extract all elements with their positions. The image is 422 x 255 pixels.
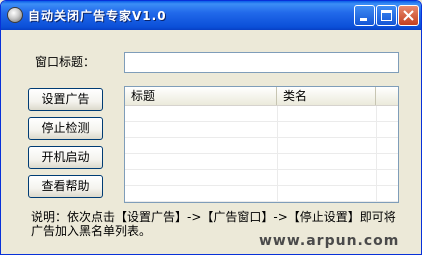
empty-row bbox=[125, 186, 398, 202]
close-icon bbox=[403, 10, 414, 21]
minimize-icon bbox=[360, 18, 367, 21]
website-watermark: www.arpun.com bbox=[259, 233, 400, 249]
column-header-filler bbox=[376, 87, 398, 105]
stop-detect-button[interactable]: 停止检测 bbox=[28, 117, 103, 140]
app-icon bbox=[7, 7, 23, 23]
title-bar[interactable]: 自动关闭广告专家V1.0 bbox=[1, 1, 421, 30]
empty-row bbox=[125, 106, 398, 122]
column-header-classname[interactable]: 类名 bbox=[277, 87, 376, 105]
column-gridline bbox=[376, 106, 377, 202]
column-gridline bbox=[277, 106, 278, 202]
maximize-icon bbox=[381, 10, 392, 21]
set-ad-button[interactable]: 设置广告 bbox=[28, 88, 103, 111]
auto-start-button[interactable]: 开机启动 bbox=[28, 146, 103, 169]
window-title-label: 窗口标题： bbox=[35, 55, 96, 69]
listview-body[interactable] bbox=[125, 106, 398, 202]
empty-row bbox=[125, 170, 398, 186]
main-window: 自动关闭广告专家V1.0 窗口标题： 设置广告 停止检测 开机启动 查看帮助 标… bbox=[0, 0, 422, 255]
window-title: 自动关闭广告专家V1.0 bbox=[28, 9, 167, 23]
view-help-button[interactable]: 查看帮助 bbox=[28, 175, 103, 198]
empty-row bbox=[125, 138, 398, 154]
empty-row bbox=[125, 122, 398, 138]
close-button[interactable] bbox=[398, 5, 419, 26]
column-header-title[interactable]: 标题 bbox=[125, 87, 277, 105]
empty-row bbox=[125, 154, 398, 170]
maximize-button[interactable] bbox=[376, 5, 397, 26]
window-title-input[interactable] bbox=[124, 52, 399, 73]
minimize-button[interactable] bbox=[354, 5, 375, 26]
listview-header: 标题 类名 bbox=[125, 87, 398, 106]
blacklist-listview[interactable]: 标题 类名 bbox=[124, 86, 399, 203]
